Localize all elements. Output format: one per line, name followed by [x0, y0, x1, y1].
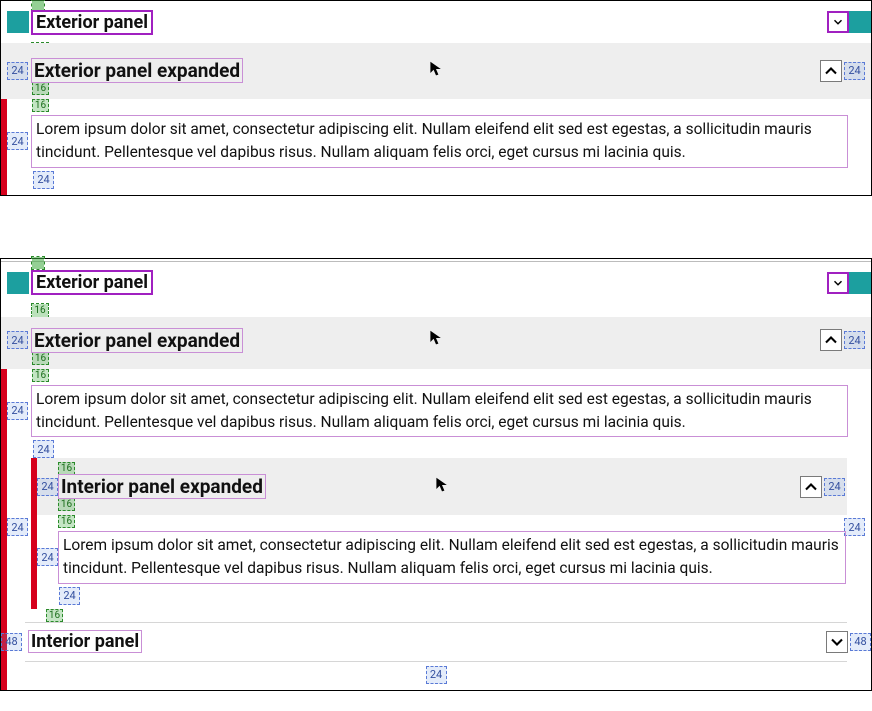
margin-24: 24	[7, 402, 28, 420]
exterior-panel-title: Exterior panel	[31, 10, 153, 35]
margin-24: 24	[33, 171, 54, 189]
spacing-16: 16	[32, 99, 49, 112]
margin-24: 24	[844, 331, 865, 349]
spacing-16: 16	[58, 498, 75, 511]
margin-24: 24	[426, 666, 447, 684]
teal-marker-right	[849, 11, 871, 33]
interior-body-text: Lorem ipsum dolor sit amet, consectetur …	[59, 532, 845, 583]
cursor-icon	[429, 61, 443, 81]
exterior-panel-collapsed-row[interactable]: Exterior panel	[1, 262, 871, 304]
spec-block-2: Exterior panel 16 24 Exterior panel expa…	[0, 258, 872, 691]
panel-body-text: Lorem ipsum dolor sit amet, consectetur …	[32, 116, 847, 167]
spacing-16: 16	[32, 82, 49, 95]
interior-panel-expanded-header[interactable]: 16 24 Interior panel expanded	[37, 458, 847, 515]
margin-24: 24	[844, 62, 865, 80]
margin-24: 24	[33, 440, 54, 458]
expanded-panel-title: Exterior panel expanded	[32, 329, 242, 352]
margin-24: 24	[7, 331, 28, 349]
chevron-up-icon[interactable]	[820, 60, 842, 82]
interior-panel: 16 24 Interior panel expanded	[25, 458, 847, 609]
spacing-16: 16	[32, 304, 48, 317]
interior-body-row: 24 Lorem ipsum dolor sit amet, consectet…	[37, 528, 847, 587]
interior-panel-collapsed-row[interactable]: 48 Interior panel 48	[25, 622, 847, 662]
margin-24: 24	[844, 518, 865, 536]
margin-48: 48	[850, 633, 871, 651]
chevron-down-icon[interactable]	[827, 272, 849, 294]
exterior-panel-expanded-header[interactable]: 24 Exterior panel expanded 24 16	[1, 43, 871, 99]
panel-body-row: 24 Lorem ipsum dolor sit amet, consectet…	[1, 112, 871, 171]
margin-24: 24	[824, 478, 845, 496]
chevron-up-icon[interactable]	[820, 329, 842, 351]
spacing-16: 16	[32, 369, 49, 382]
spacing-16: 16	[58, 462, 75, 475]
teal-marker-left	[7, 272, 29, 294]
teal-marker-right	[849, 272, 871, 294]
panel-body-text: Lorem ipsum dolor sit amet, consectetur …	[32, 386, 847, 437]
spec-block-1: Exterior panel 16 24 Exterior panel expa…	[0, 0, 872, 196]
chevron-up-icon[interactable]	[800, 476, 822, 498]
margin-24: 24	[37, 478, 58, 496]
spacing-16: 16	[32, 352, 49, 365]
margin-24: 24	[7, 62, 28, 80]
cursor-icon	[435, 477, 449, 497]
exterior-panel-collapsed-row[interactable]: Exterior panel	[1, 1, 871, 43]
chevron-down-icon[interactable]	[826, 631, 848, 653]
margin-24: 24	[7, 132, 28, 150]
exterior-panel-expanded-header[interactable]: 24 Exterior panel expanded 24 16	[1, 317, 871, 369]
expanded-panel-title: Exterior panel expanded	[32, 59, 242, 82]
spacing-16: 16	[58, 515, 75, 528]
margin-48: 48	[1, 633, 22, 651]
margin-24: 24	[59, 587, 80, 605]
bottom-margin-row: 24	[1, 662, 871, 690]
interior-panel-title: Interior panel	[29, 631, 141, 652]
margin-24: 24	[37, 548, 58, 566]
interior-expanded-title: Interior panel expanded	[59, 475, 265, 498]
teal-marker-left	[7, 11, 29, 33]
spacing-16: 16	[46, 609, 63, 622]
chevron-down-icon[interactable]	[827, 11, 849, 33]
cursor-icon	[429, 330, 443, 350]
exterior-panel-title: Exterior panel	[31, 270, 153, 295]
panel-body-row: 24 Lorem ipsum dolor sit amet, consectet…	[1, 382, 871, 441]
